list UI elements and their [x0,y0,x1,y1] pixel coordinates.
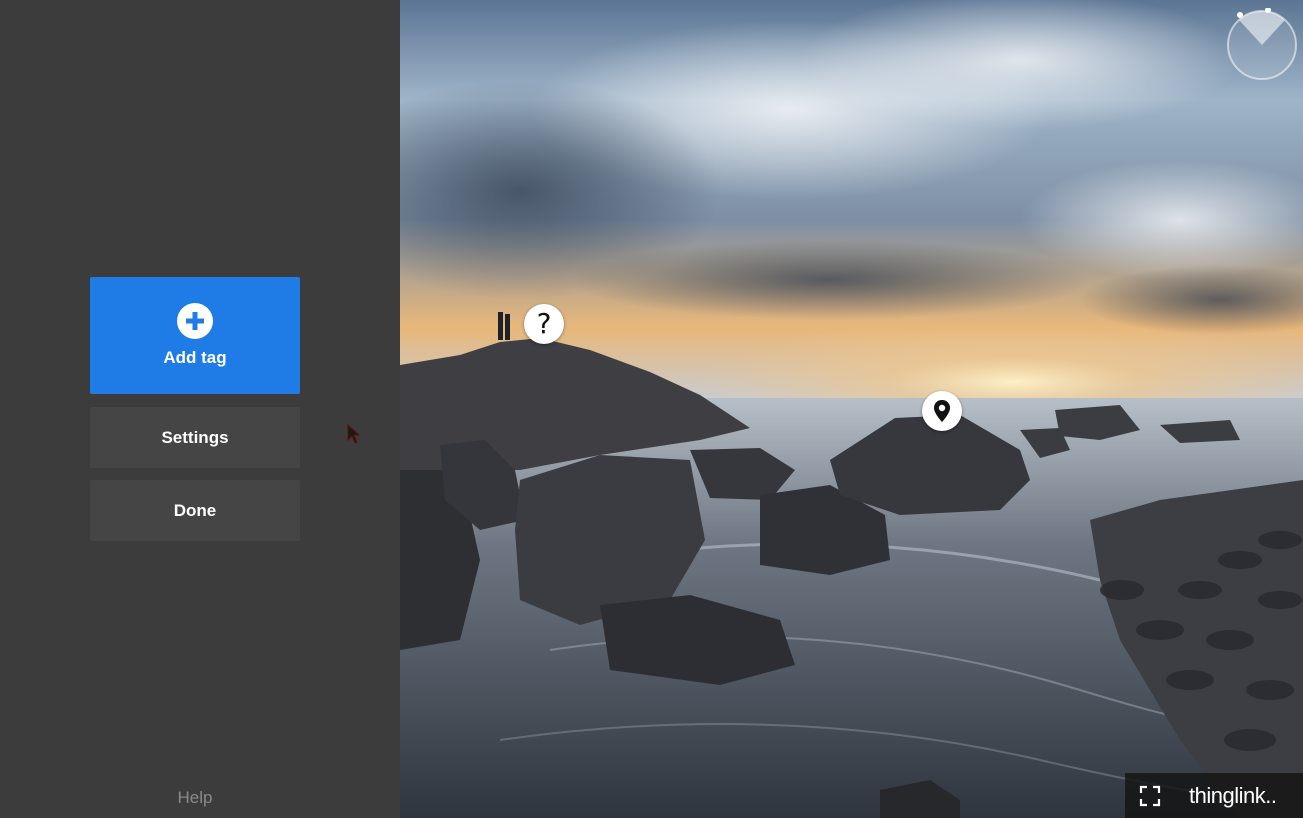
sidebar: Add tag Settings Done Help [0,0,400,818]
done-button[interactable]: Done [90,480,300,541]
help-link[interactable]: Help [0,788,390,808]
viewer-bottom-bar: thinglink.. [1125,773,1303,818]
location-hotspot[interactable] [922,391,962,431]
compass-icon[interactable] [1225,8,1299,82]
panorama-viewer[interactable]: ? thinglink.. [400,0,1303,818]
plus-icon [177,303,213,339]
map-pin-icon [934,400,950,422]
question-icon: ? [536,307,552,340]
mouse-cursor-icon [347,424,361,444]
panorama-image [400,0,1303,818]
fullscreen-icon[interactable] [1139,785,1161,807]
thinglink-editor: Add tag Settings Done Help ? thinglink.. [0,0,1303,818]
add-tag-button[interactable]: Add tag [90,277,300,394]
add-tag-label: Add tag [163,348,227,367]
question-hotspot[interactable]: ? [524,304,564,344]
thinglink-logo[interactable]: thinglink.. [1189,783,1277,809]
settings-button[interactable]: Settings [90,407,300,468]
